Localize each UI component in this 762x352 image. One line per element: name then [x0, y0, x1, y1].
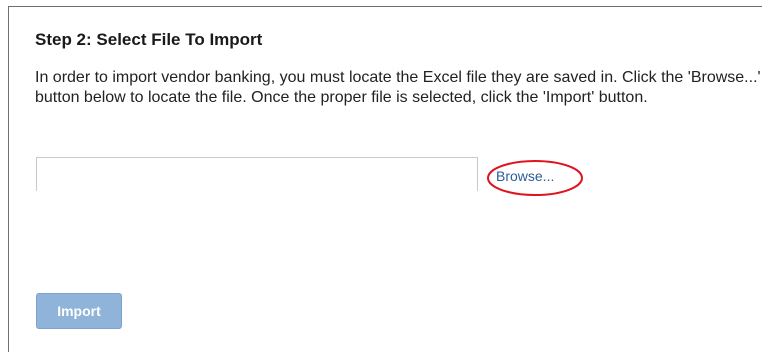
import-step-panel: Step 2: Select File To Import In order t…: [8, 6, 762, 352]
browse-button[interactable]: Browse...: [496, 168, 554, 184]
step-title: Step 2: Select File To Import: [35, 30, 263, 49]
import-button[interactable]: Import: [36, 293, 122, 329]
step-instructions: In order to import vendor banking, you m…: [35, 69, 761, 106]
file-path-input[interactable]: [36, 157, 478, 191]
